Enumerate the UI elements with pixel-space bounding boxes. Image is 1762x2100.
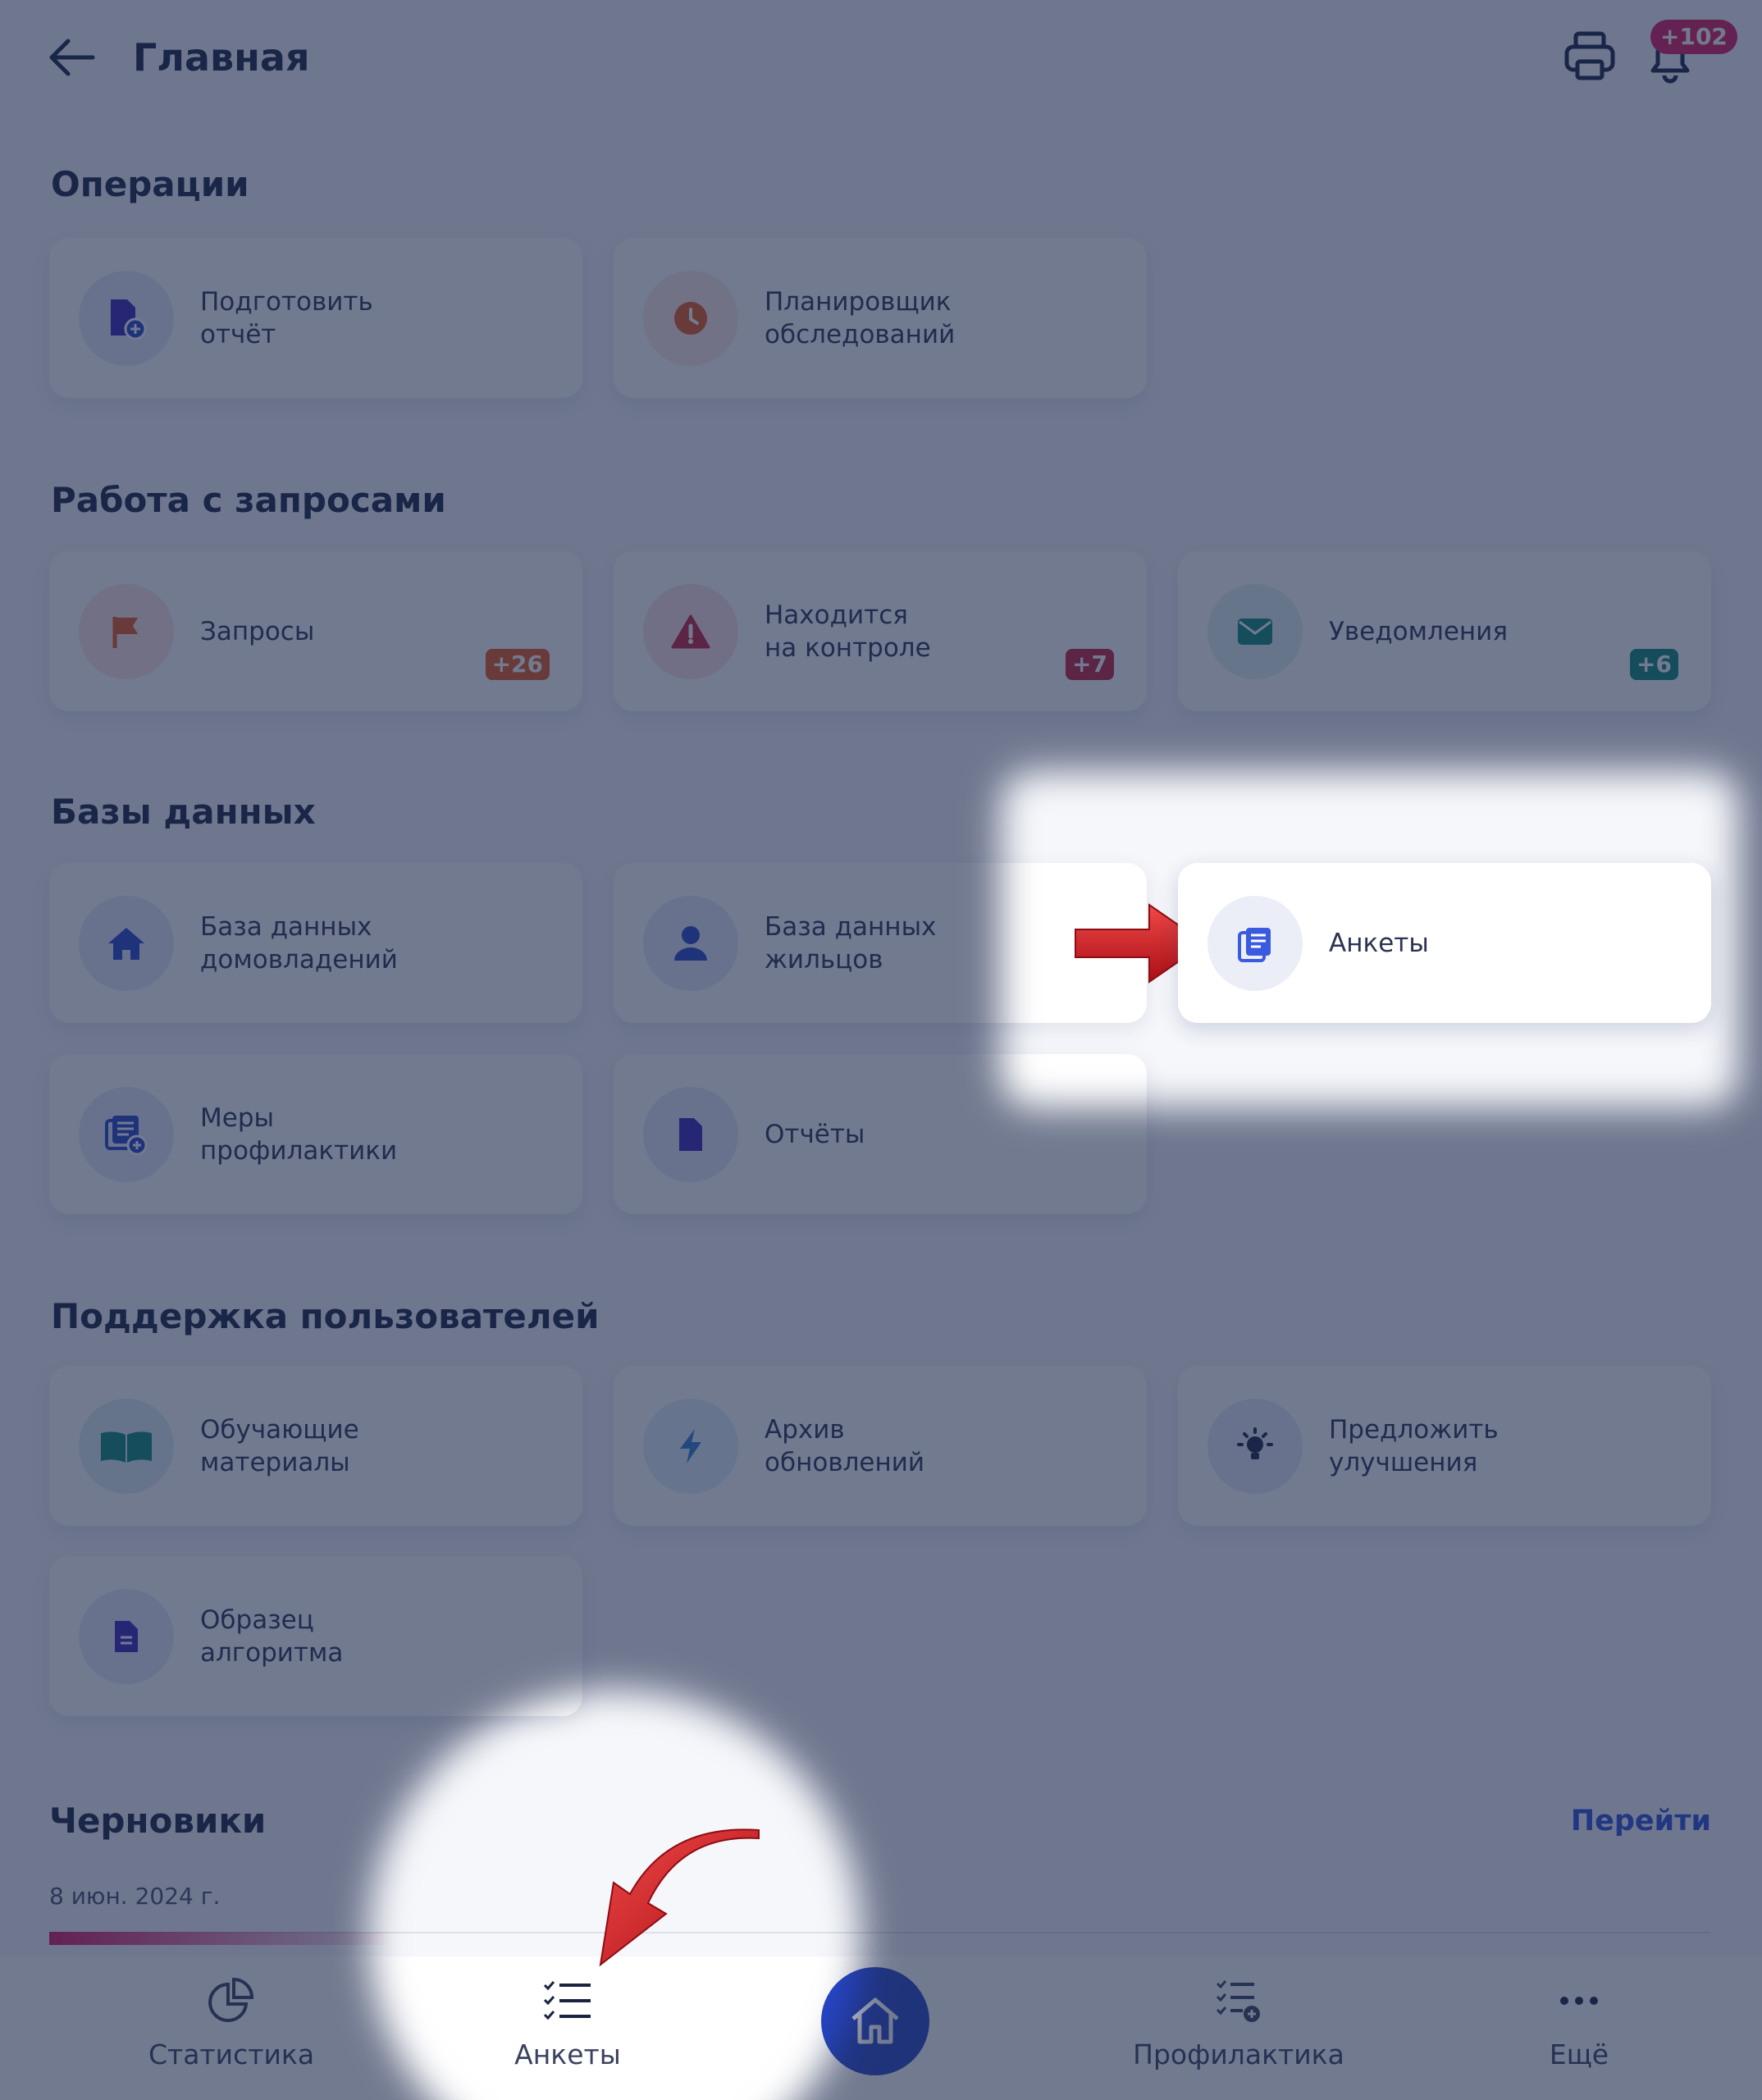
card-label: Подготовить отчёт	[200, 286, 373, 349]
card-sample-algorithm[interactable]: Образец алгоритма	[49, 1556, 582, 1716]
home-icon	[851, 1997, 899, 2044]
warning-icon	[643, 583, 738, 679]
pie-chart-icon	[108, 1973, 354, 2029]
card-requests[interactable]: Запросы +26	[49, 551, 582, 711]
card-questionnaires-highlight[interactable]: Анкеты	[1178, 863, 1711, 1023]
person-icon	[643, 895, 738, 991]
card-label: Архив обновлений	[765, 1414, 925, 1477]
card-label: Отчёты	[765, 1119, 865, 1149]
flag-icon	[79, 583, 174, 679]
page-title: Главная	[133, 35, 310, 80]
card-label: Образец алгоритма	[200, 1605, 344, 1668]
card-label: Меры профилактики	[200, 1102, 398, 1166]
tab-questionnaires[interactable]: Анкеты	[445, 1973, 691, 2070]
section-title-requests: Работа с запросами	[51, 480, 446, 520]
tab-statistics[interactable]: Статистика	[108, 1973, 354, 2070]
tab-label: Анкеты	[514, 2038, 621, 2070]
app-root: Главная +102 Операции Подготовить отчёт …	[0, 0, 1762, 2100]
section-title-databases: Базы данных	[51, 792, 316, 832]
card-label: Уведомления	[1329, 616, 1508, 646]
card-label: Анкеты	[1329, 928, 1429, 958]
card-label: База данных жильцов	[765, 911, 937, 975]
arrow-curved-icon	[599, 1828, 760, 1967]
draft-date: 8 июн. 2024 г.	[49, 1883, 221, 1910]
section-title-operations: Операции	[51, 164, 249, 204]
bolt-icon	[643, 1398, 738, 1494]
card-reports[interactable]: Отчёты	[614, 1054, 1147, 1214]
card-prevention-measures[interactable]: Меры профилактики	[49, 1054, 582, 1214]
draft-progress-line	[49, 1932, 1710, 1945]
back-arrow-icon[interactable]	[45, 33, 98, 82]
card-households-db[interactable]: База данных домовладений	[49, 863, 582, 1023]
clock-icon	[643, 270, 738, 366]
drafts-goto-link[interactable]: Перейти	[1571, 1805, 1711, 1838]
card-update-archive[interactable]: Архив обновлений	[614, 1366, 1147, 1526]
count-badge: +6	[1630, 649, 1678, 680]
tab-label: Профилактика	[1133, 2038, 1344, 2070]
tab-prevention[interactable]: Профилактика	[1116, 1973, 1362, 2070]
tab-more[interactable]: Ещё	[1456, 1973, 1702, 2070]
card-label: Запросы	[200, 616, 315, 646]
card-suggest-improvements[interactable]: Предложить улучшения	[1178, 1366, 1711, 1526]
card-label: Находится на контроле	[765, 600, 931, 663]
card-on-control[interactable]: Находится на контроле +7	[614, 551, 1147, 711]
card-notifications[interactable]: Уведомления +6	[1178, 551, 1711, 711]
drafts-title: Черновики	[49, 1801, 267, 1841]
card-training-materials[interactable]: Обучающие материалы	[49, 1366, 582, 1526]
document-plus-icon	[79, 270, 174, 366]
card-label: Предложить улучшения	[1329, 1414, 1499, 1477]
home-button[interactable]	[821, 1967, 929, 2075]
mail-icon	[1207, 583, 1303, 679]
book-icon	[79, 1398, 174, 1494]
list-plus-icon	[79, 1086, 174, 1182]
card-prepare-report[interactable]: Подготовить отчёт	[49, 238, 582, 398]
house-icon	[79, 895, 174, 991]
questionnaire-icon	[1207, 895, 1303, 991]
checklist-icon	[445, 1973, 691, 2029]
document-icon	[79, 1588, 174, 1684]
card-label: Обучающие материалы	[200, 1414, 359, 1477]
more-icon	[1456, 1973, 1702, 2029]
card-residents-db[interactable]: База данных жильцов	[614, 863, 1147, 1023]
tab-label: Ещё	[1549, 2038, 1609, 2070]
notification-badge: +102	[1650, 20, 1737, 54]
checklist-plus-icon	[1116, 1973, 1362, 2029]
card-label: Планировщик обследований	[765, 286, 956, 349]
card-label: База данных домовладений	[200, 911, 398, 975]
printer-icon[interactable]	[1563, 29, 1617, 83]
file-icon	[643, 1086, 738, 1182]
count-badge: +26	[485, 649, 550, 680]
card-survey-planner[interactable]: Планировщик обследований	[614, 238, 1147, 398]
section-title-support: Поддержка пользователей	[51, 1296, 600, 1336]
lightbulb-icon	[1207, 1398, 1303, 1494]
tab-label: Статистика	[148, 2038, 315, 2070]
count-badge: +7	[1066, 649, 1114, 680]
